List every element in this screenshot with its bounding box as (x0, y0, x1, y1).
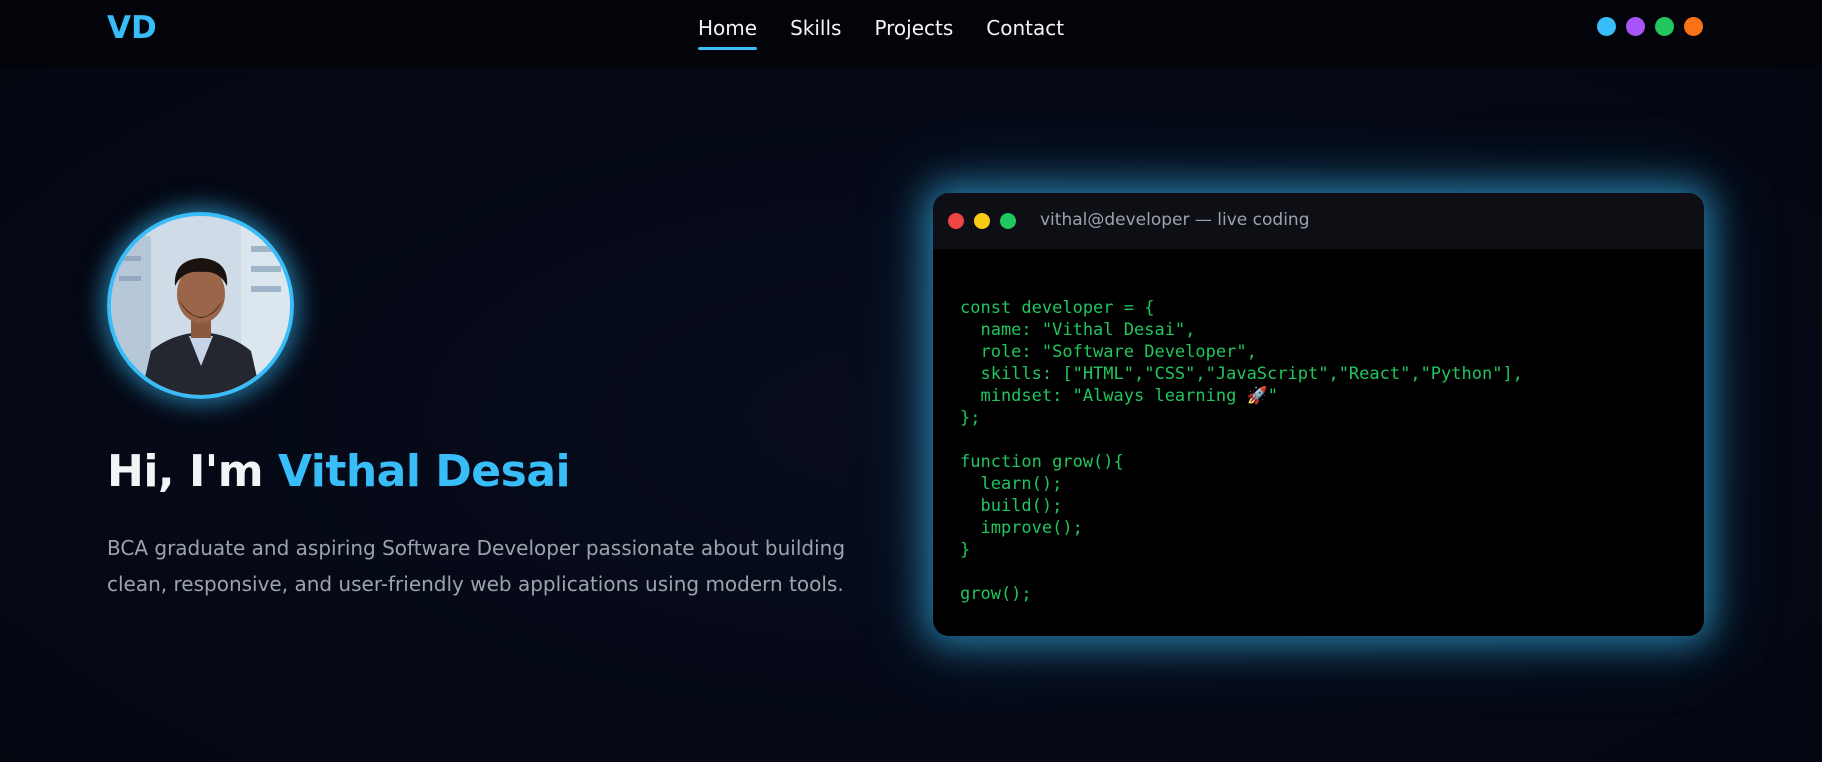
code-block: const developer = { name: "Vithal Desai"… (960, 298, 1523, 604)
nav-link-contact[interactable]: Contact (986, 16, 1064, 46)
logo[interactable]: VD (107, 10, 157, 46)
minimize-dot-icon (974, 213, 990, 229)
hero-greeting: Hi, I'm (107, 446, 278, 497)
navbar: VD Home Skills Projects Contact (0, 0, 1822, 67)
nav-link-projects[interactable]: Projects (874, 16, 953, 46)
nav-link-skills[interactable]: Skills (790, 16, 841, 46)
nav-links: Home Skills Projects Contact (698, 16, 1064, 50)
theme-dot-purple[interactable] (1626, 17, 1645, 36)
close-dot-icon (948, 213, 964, 229)
theme-switcher (1597, 17, 1703, 36)
profile-photo-icon (111, 216, 290, 395)
avatar (107, 212, 294, 399)
terminal-title-bar: vithal@developer — live coding (933, 193, 1704, 249)
portfolio-page: VD Home Skills Projects Contact Hi, I'm … (0, 0, 1822, 762)
code-terminal: vithal@developer — live coding const dev… (933, 193, 1704, 636)
maximize-dot-icon (1000, 213, 1016, 229)
theme-dot-green[interactable] (1655, 17, 1674, 36)
hero-name: Vithal Desai (277, 446, 571, 497)
hero-title: Hi, I'm Vithal Desai (107, 446, 571, 497)
terminal-title: vithal@developer — live coding (1040, 210, 1310, 230)
hero-description: BCA graduate and aspiring Software Devel… (107, 536, 846, 596)
nav-link-home[interactable]: Home (698, 16, 758, 50)
theme-dot-orange[interactable] (1684, 17, 1703, 36)
theme-dot-blue[interactable] (1597, 17, 1616, 36)
